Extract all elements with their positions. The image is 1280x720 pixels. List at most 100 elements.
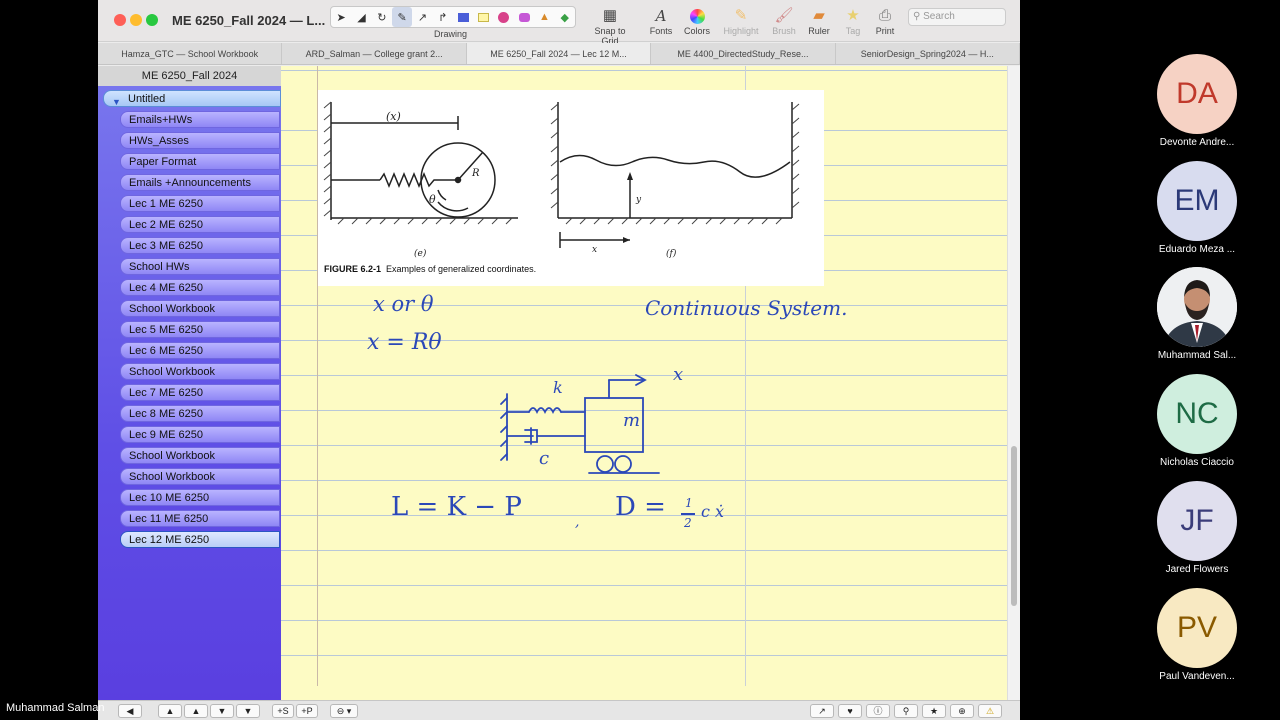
plus-circle-icon[interactable]: ⊕	[950, 704, 974, 718]
handwritten-x-equals-r-theta: x = Rθ	[367, 330, 442, 355]
rectangle-icon[interactable]	[453, 7, 473, 27]
fonts-button[interactable]: A Fonts	[644, 6, 678, 36]
warning-icon[interactable]: ⚠	[978, 704, 1002, 718]
sidebar-item-hws-asses[interactable]: HWs_Asses	[120, 132, 280, 149]
scrollbar-thumb[interactable]	[1011, 446, 1017, 606]
tab-senior-design[interactable]: SeniorDesign_Spring2024 — H...	[836, 43, 1020, 64]
magnifier-icon[interactable]: ⚲	[894, 704, 918, 718]
tag-button[interactable]: ★ Tag	[838, 6, 868, 36]
star-icon[interactable]: ★	[922, 704, 946, 718]
handwritten-x-arrow-label: x	[673, 364, 684, 385]
diamond-icon[interactable]: ◆	[555, 7, 575, 27]
add-page-button[interactable]: +P	[296, 704, 318, 718]
print-button[interactable]: ⎙ Print	[870, 6, 900, 36]
handwritten-half-denominator: 2	[684, 516, 692, 530]
sidebar-item-emails-announcements[interactable]: Emails +Announcements	[120, 174, 280, 191]
sidebar-item-lec12[interactable]: Lec 12 ME 6250	[120, 531, 280, 548]
sidebar-item-lec2[interactable]: Lec 2 ME 6250	[120, 216, 280, 233]
brush-label: Brush	[772, 26, 796, 36]
sidebar-item-lec6[interactable]: Lec 6 ME 6250	[120, 342, 280, 359]
rotate-icon[interactable]: ↻	[372, 7, 392, 27]
search-field[interactable]: ⚲ Search	[908, 8, 1006, 26]
ruler-label: Ruler	[808, 26, 830, 36]
info-icon[interactable]: ⓘ	[866, 704, 890, 718]
participant-tile[interactable]: PV Paul Vandeven...	[1150, 588, 1244, 682]
avatar: EM	[1157, 161, 1237, 241]
avatar-photo	[1157, 267, 1237, 347]
notebook-page[interactable]: (x) R θ (e) y x (f) FIGURE 6.2-1 Example…	[281, 66, 1007, 686]
last-page-button[interactable]: ▼	[236, 704, 260, 718]
sidebar-item-lec1[interactable]: Lec 1 ME 6250	[120, 195, 280, 212]
figure-panel-e-label: (e)	[414, 248, 427, 259]
sidebar-item-lec5[interactable]: Lec 5 ME 6250	[120, 321, 280, 338]
ruler-icon: ▰	[813, 7, 825, 24]
participant-tile[interactable]: EM Eduardo Meza ...	[1150, 161, 1244, 255]
pen-icon[interactable]: ✎	[391, 7, 413, 27]
close-window-button[interactable]	[114, 14, 126, 26]
sidebar-item-lec7[interactable]: Lec 7 ME 6250	[120, 384, 280, 401]
sidebar-item-emails-hws[interactable]: Emails+HWs	[120, 111, 280, 128]
sidebar-item-label: Untitled	[128, 93, 166, 105]
title-bar: ME 6250_Fall 2024 — L... ➤ ◢ ↻ ✎ ↗ ↱ ▲ ◆…	[98, 0, 1020, 46]
highlight-button[interactable]: ✎ Highlight	[718, 6, 764, 36]
brush-button[interactable]: 🖌 Brush	[766, 6, 802, 36]
page-bottom-margin	[281, 686, 1007, 700]
colors-button[interactable]: Colors	[680, 6, 714, 36]
sidebar-item-school-workbook[interactable]: School Workbook	[120, 447, 280, 464]
textbook-figure: (x) R θ (e) y x (f) FIGURE 6.2-1 Example…	[318, 90, 824, 286]
pen-icon[interactable]: ↗	[810, 704, 834, 718]
heart-icon[interactable]: ♥	[838, 704, 862, 718]
person-photo-icon	[1157, 267, 1237, 347]
note-icon[interactable]	[473, 7, 493, 27]
participant-tile[interactable]: DA Devonte Andre...	[1150, 54, 1244, 148]
zoom-menu-button[interactable]: ⊖ ▾	[330, 704, 358, 718]
collapse-sidebar-button[interactable]: ◀	[118, 704, 142, 718]
tab-ard-salman[interactable]: ARD_Salman — College grant 2...	[282, 43, 467, 64]
eraser-icon[interactable]: ◢	[351, 7, 371, 27]
next-page-button[interactable]: ▼	[210, 704, 234, 718]
fonts-label: Fonts	[649, 26, 673, 36]
first-page-button[interactable]: ▲	[158, 704, 182, 718]
participant-tile[interactable]: NC Nicholas Ciaccio	[1150, 374, 1244, 468]
page-scrollbar[interactable]	[1007, 66, 1020, 700]
handwritten-k-label: k	[553, 378, 563, 397]
sidebar-item-untitled[interactable]: ▼ Untitled	[103, 90, 281, 107]
rounded-rect-icon[interactable]	[514, 7, 534, 27]
sidebar-item-school-workbook[interactable]: School Workbook	[120, 468, 280, 485]
participant-tile[interactable]: JF Jared Flowers	[1150, 481, 1244, 575]
sidebar-item-school-hws[interactable]: School HWs	[120, 258, 280, 275]
sidebar-item-lec9[interactable]: Lec 9 ME 6250	[120, 426, 280, 443]
sidebar-item-lec8[interactable]: Lec 8 ME 6250	[120, 405, 280, 422]
arrow-select-icon[interactable]: ➤	[331, 7, 351, 27]
disclosure-triangle-icon[interactable]: ▼	[112, 94, 121, 111]
tab-hamza-gtc[interactable]: Hamza_GTC — School Workbook	[98, 43, 283, 64]
notebook-sidebar: ME 6250_Fall 2024 ▼ Untitled Emails+HWs …	[98, 66, 281, 700]
ruler-button[interactable]: ▰ Ruler	[802, 6, 836, 36]
handwritten-x-or-theta: x or θ	[373, 292, 434, 316]
oval-icon[interactable]	[494, 7, 514, 27]
handwritten-continuous-system: Continuous System.	[645, 296, 848, 320]
sidebar-item-lec10[interactable]: Lec 10 ME 6250	[120, 489, 280, 506]
sidebar-item-school-workbook[interactable]: School Workbook	[120, 363, 280, 380]
sidebar-item-paper-format[interactable]: Paper Format	[120, 153, 280, 170]
sidebar-item-lec3[interactable]: Lec 3 ME 6250	[120, 237, 280, 254]
sidebar-item-lec11[interactable]: Lec 11 ME 6250	[120, 510, 280, 527]
snap-to-grid-button[interactable]: ▦ Snap to Grid	[586, 6, 634, 46]
add-section-button[interactable]: +S	[272, 704, 294, 718]
maximize-window-button[interactable]	[146, 14, 158, 26]
minimize-window-button[interactable]	[130, 14, 142, 26]
generalized-coordinates-figure: (x) R θ (e) y x (f)	[323, 101, 800, 259]
participant-tile[interactable]: Muhammad Sal...	[1150, 267, 1244, 361]
notebook-app-window: ME 6250_Fall 2024 — L... ➤ ◢ ↻ ✎ ↗ ↱ ▲ ◆…	[98, 0, 1020, 720]
figure-label-x-bottom: x	[592, 245, 597, 255]
colors-label: Colors	[683, 26, 710, 36]
elbow-arrow-icon[interactable]: ↱	[433, 7, 453, 27]
tab-me6250[interactable]: ME 6250_Fall 2024 — Lec 12 M...	[466, 43, 652, 64]
triangle-icon[interactable]: ▲	[534, 7, 554, 27]
sidebar-item-lec4[interactable]: Lec 4 ME 6250	[120, 279, 280, 296]
sidebar-item-school-workbook[interactable]: School Workbook	[120, 300, 280, 317]
line-icon[interactable]: ↗	[412, 7, 432, 27]
tab-me4400[interactable]: ME 4400_DirectedStudy_Rese...	[651, 43, 836, 64]
previous-page-button[interactable]: ▲	[184, 704, 208, 718]
participant-name: Nicholas Ciaccio	[1160, 457, 1234, 468]
